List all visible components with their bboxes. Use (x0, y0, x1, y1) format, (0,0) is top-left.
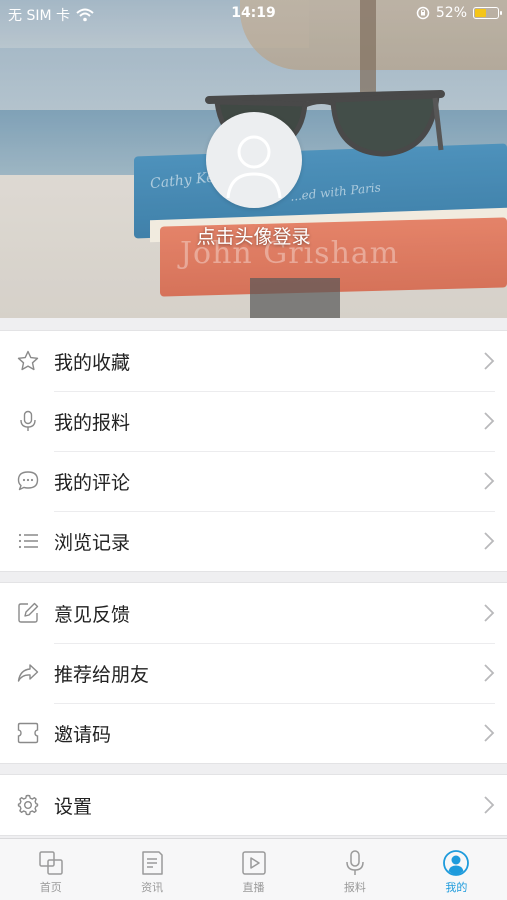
comment-icon (17, 471, 39, 491)
avatar-button[interactable] (206, 112, 302, 208)
menu-item-history[interactable]: 浏览记录 (0, 511, 507, 571)
menu-item-favorites[interactable]: 我的收藏 (0, 331, 507, 391)
chevron-right-icon (484, 796, 495, 814)
tab-label: 我的 (445, 881, 468, 894)
menu-item-label: 推荐给朋友 (54, 664, 150, 686)
list-icon (18, 533, 38, 549)
tab-label: 首页 (39, 881, 62, 894)
menu-group-settings: 设置 (0, 774, 507, 836)
menu-item-label: 浏览记录 (54, 532, 131, 554)
tab-label: 资讯 (141, 881, 164, 894)
menu-item-my-reports[interactable]: 我的报料 (0, 391, 507, 451)
chevron-right-icon (484, 604, 495, 622)
tab-news[interactable]: 资讯 (101, 839, 202, 900)
chevron-right-icon (484, 664, 495, 682)
share-icon (17, 664, 39, 682)
chevron-right-icon (484, 412, 495, 430)
star-icon (17, 350, 39, 371)
status-bar: 无 SIM 卡 14:19 52% (0, 0, 507, 28)
menu-group-personal: 我的收藏 我的报料 我的评论 浏览记录 (0, 330, 507, 572)
microphone-icon (346, 850, 364, 875)
news-icon (142, 851, 163, 875)
ticket-icon (17, 722, 39, 744)
microphone-icon (20, 410, 36, 431)
tab-live[interactable]: 直播 (203, 839, 304, 900)
menu-item-label: 我的收藏 (54, 352, 131, 374)
tab-bar: 首页 资讯 直播 报料 我的 (0, 838, 507, 900)
tab-label: 直播 (242, 881, 265, 894)
menu-item-my-comments[interactable]: 我的评论 (0, 451, 507, 511)
menu-item-label: 设置 (54, 796, 93, 818)
tab-mine[interactable]: 我的 (406, 839, 507, 900)
chevron-right-icon (484, 532, 495, 550)
tab-label: 报料 (343, 881, 366, 894)
menu-item-settings[interactable]: 设置 (0, 775, 507, 835)
chevron-right-icon (484, 472, 495, 490)
orientation-lock-icon (416, 6, 430, 20)
menu-item-invite-code[interactable]: 邀请码 (0, 703, 507, 763)
menu-item-label: 邀请码 (54, 724, 112, 746)
tab-home[interactable]: 首页 (0, 839, 101, 900)
menu-item-feedback[interactable]: 意见反馈 (0, 583, 507, 643)
battery-percent: 52% (435, 5, 467, 21)
menu-item-label: 意见反馈 (54, 604, 131, 626)
user-placeholder-icon (226, 135, 282, 199)
menu-item-label: 我的评论 (54, 472, 131, 494)
chevron-right-icon (484, 724, 495, 742)
battery-icon (473, 7, 502, 19)
login-prompt[interactable]: 点击头像登录 (0, 222, 507, 249)
home-squares-icon (38, 851, 63, 875)
user-icon (443, 850, 470, 876)
play-icon (241, 851, 266, 875)
menu-item-recommend[interactable]: 推荐给朋友 (0, 643, 507, 703)
chevron-right-icon (484, 352, 495, 370)
gear-icon (17, 794, 39, 816)
menu-group-social: 意见反馈 推荐给朋友 邀请码 (0, 582, 507, 764)
tab-report[interactable]: 报料 (304, 839, 405, 900)
menu-item-label: 我的报料 (54, 412, 131, 434)
edit-icon (18, 602, 39, 623)
